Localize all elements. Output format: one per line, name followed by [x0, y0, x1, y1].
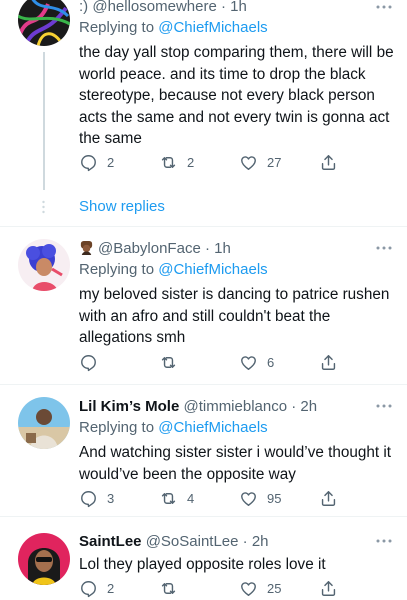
retweet-button[interactable]: 4	[159, 488, 194, 508]
timestamp[interactable]: · 1h	[217, 0, 247, 15]
tweet[interactable]: SaintLee @SoSaintLee · 2h Lol they playe…	[0, 517, 407, 600]
tweet-header: SaintLee @SoSaintLee · 2h	[79, 533, 395, 551]
share-icon	[319, 353, 338, 372]
show-replies-link[interactable]: Show replies	[79, 198, 165, 215]
retweet-button[interactable]: 2	[159, 152, 194, 172]
handle[interactable]: @SoSaintLee	[146, 533, 239, 550]
like-count: 6	[267, 354, 275, 370]
like-button[interactable]: 95	[239, 488, 281, 508]
like-button[interactable]: 27	[239, 152, 281, 172]
like-button[interactable]: 25	[239, 578, 281, 598]
share-icon	[319, 489, 338, 508]
tweet-text: the day yall stop comparing them, there …	[79, 44, 394, 147]
share-icon	[319, 153, 338, 172]
tweet-text: Lol they played opposite roles love it	[79, 556, 326, 573]
reply-button[interactable]: 2	[79, 578, 114, 598]
tweet[interactable]: @BabylonFace · 1h Replying to @ChiefMich…	[0, 227, 407, 384]
like-button[interactable]: 6	[239, 352, 274, 372]
retweet-button[interactable]	[159, 578, 187, 598]
handle[interactable]: @timmieblanco	[183, 398, 287, 415]
tweet-header: @BabylonFace · 1h	[79, 240, 395, 258]
handle[interactable]: @hellosomewhere	[92, 0, 216, 15]
reply-button[interactable]: 2	[79, 152, 114, 172]
handle[interactable]: @BabylonFace	[98, 240, 201, 257]
reply-icon	[79, 489, 98, 508]
timestamp[interactable]: · 2h	[287, 398, 317, 415]
retweet-icon	[159, 153, 178, 172]
share-icon	[319, 579, 338, 598]
thread-dots	[42, 200, 45, 214]
heart-icon	[239, 353, 258, 372]
heart-icon	[239, 579, 258, 598]
like-count: 95	[267, 490, 282, 506]
heart-icon	[239, 153, 258, 172]
display-name[interactable]: Lil Kim’s Mole	[79, 398, 179, 415]
timestamp[interactable]: · 1h	[201, 240, 231, 257]
tweet[interactable]: Lil Kim’s Mole @timmieblanco · 2h Replyi…	[0, 385, 407, 516]
tweet-text: my beloved sister is dancing to patrice …	[79, 286, 390, 346]
reply-icon	[79, 579, 98, 598]
reply-count: 3	[107, 490, 115, 506]
reply-button[interactable]	[79, 352, 107, 372]
reply-icon	[79, 353, 98, 372]
avatar-emoji-icon	[80, 240, 93, 255]
more-icon[interactable]	[375, 245, 393, 251]
reply-button[interactable]: 3	[79, 488, 114, 508]
replying-to: Replying to @ChiefMichaels	[79, 19, 268, 36]
replying-to: Replying to @ChiefMichaels	[79, 419, 268, 436]
avatar[interactable]	[18, 239, 70, 291]
retweet-count: 4	[187, 490, 195, 506]
avatar[interactable]	[18, 397, 70, 449]
mention-link[interactable]: @ChiefMichaels	[158, 419, 267, 436]
tweet-header: Lil Kim’s Mole @timmieblanco · 2h	[79, 398, 395, 416]
retweet-button[interactable]	[159, 352, 187, 372]
timestamp[interactable]: · 2h	[239, 533, 269, 550]
avatar[interactable]	[18, 0, 70, 46]
thread-line	[43, 52, 45, 190]
display-name[interactable]: SaintLee	[79, 533, 142, 550]
retweet-icon	[159, 353, 178, 372]
share-button[interactable]	[319, 488, 338, 508]
more-icon[interactable]	[375, 4, 393, 10]
reply-icon	[79, 153, 98, 172]
retweet-icon	[159, 489, 178, 508]
replying-to: Replying to @ChiefMichaels	[79, 261, 268, 278]
mention-link[interactable]: @ChiefMichaels	[158, 261, 267, 278]
retweet-icon	[159, 579, 178, 598]
tweet-text: And watching sister sister i would’ve th…	[79, 444, 392, 483]
reply-count: 2	[107, 580, 115, 596]
handle-prefix: :)	[79, 0, 93, 15]
more-icon[interactable]	[375, 403, 393, 409]
like-count: 27	[267, 154, 282, 170]
more-icon[interactable]	[375, 538, 393, 544]
share-button[interactable]	[319, 578, 338, 598]
mention-link[interactable]: @ChiefMichaels	[158, 19, 267, 36]
tweet-header: :) @hellosomewhere · 1h	[79, 0, 395, 16]
heart-icon	[239, 489, 258, 508]
tweet[interactable]: :) @hellosomewhere · 1h Replying to @Chi…	[0, 0, 407, 222]
share-button[interactable]	[319, 352, 338, 372]
like-count: 25	[267, 580, 282, 596]
retweet-count: 2	[187, 154, 195, 170]
avatar[interactable]	[18, 533, 70, 585]
reply-count: 2	[107, 154, 115, 170]
share-button[interactable]	[319, 152, 338, 172]
